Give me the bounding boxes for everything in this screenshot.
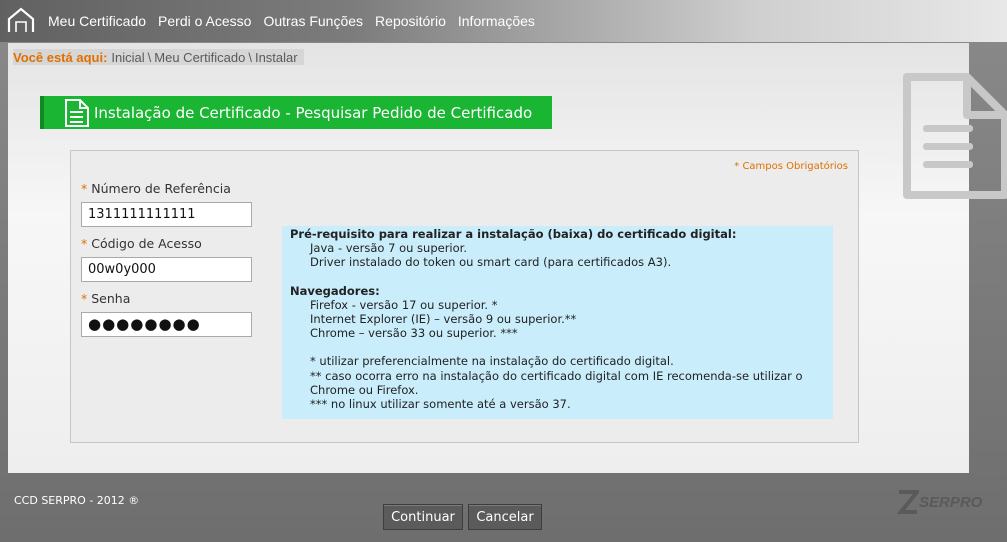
- prereq-title: Pré-requisito para realizar a instalação…: [290, 227, 737, 241]
- browser-line: Firefox - versão 17 ou superior. *: [310, 297, 498, 312]
- main-menu: Meu Certificado Perdi o Acesso Outras Fu…: [48, 13, 535, 29]
- menu-item-repositorio[interactable]: Repositório: [375, 13, 446, 29]
- home-icon[interactable]: [6, 6, 36, 34]
- menu-item-perdi-o-acesso[interactable]: Perdi o Acesso: [158, 13, 251, 29]
- prereq-line: Java - versão 7 ou superior.: [310, 241, 467, 256]
- footer-copyright: CCD SERPRO - 2012 ®: [14, 494, 140, 507]
- document-icon: [65, 98, 89, 127]
- reference-number-label: * Número de Referência: [81, 181, 231, 196]
- note-line: *** no linux utilizar somente até a vers…: [310, 397, 571, 412]
- breadcrumb-separator: \: [248, 49, 252, 65]
- note-line: * utilizar preferencialmente na instalaç…: [310, 354, 674, 369]
- prereq-line: Driver instalado do token ou smart card …: [310, 255, 672, 270]
- browsers-title: Navegadores:: [290, 283, 380, 298]
- required-star: *: [81, 291, 88, 306]
- note-line: ** caso ocorra erro na instalação do cer…: [310, 368, 803, 383]
- reference-number-label-text: Número de Referência: [91, 181, 231, 196]
- requirements-info-box: Pré-requisito para realizar a instalação…: [282, 226, 833, 419]
- breadcrumb-current: Instalar: [254, 49, 298, 65]
- reference-number-input[interactable]: 1311111111111: [81, 202, 252, 227]
- password-input[interactable]: ●●●●●●●●: [81, 312, 252, 337]
- serpro-logo-icon: [897, 490, 919, 514]
- menu-item-informacoes[interactable]: Informações: [458, 13, 535, 29]
- breadcrumb-item-meu-certificado[interactable]: Meu Certificado: [154, 50, 245, 65]
- browser-line: Chrome – versão 33 ou superior. ***: [310, 326, 518, 341]
- breadcrumb-label: Você está aqui:: [13, 49, 108, 65]
- password-label: * Senha: [81, 291, 130, 306]
- note-line: Chrome ou Firefox.: [310, 382, 419, 397]
- password-label-text: Senha: [91, 291, 131, 306]
- breadcrumb: Você está aqui: Inicial \ Meu Certificad…: [13, 49, 304, 65]
- cancel-button[interactable]: Cancelar: [468, 504, 542, 530]
- access-code-label: * Código de Acesso: [81, 236, 202, 251]
- continue-button[interactable]: Continuar: [383, 504, 463, 530]
- menu-item-meu-certificado[interactable]: Meu Certificado: [48, 13, 146, 29]
- breadcrumb-separator: \: [147, 49, 152, 65]
- serpro-logo-text: SERPRO: [919, 493, 983, 511]
- serpro-logo: SERPRO: [897, 488, 982, 516]
- browser-line: Internet Explorer (IE) – versão 9 ou sup…: [310, 312, 577, 327]
- document-watermark-icon: [903, 73, 1007, 199]
- search-form: * Campos Obrigatórios * Número de Referên…: [70, 150, 859, 530]
- access-code-label-text: Código de Acesso: [91, 236, 202, 251]
- required-fields-note: * Campos Obrigatórios: [734, 161, 848, 172]
- main-panel: Você está aqui: Inicial \ Meu Certificad…: [8, 43, 1007, 530]
- page-title-bar: Instalação de Certificado - Pesquisar Pe…: [40, 96, 552, 129]
- required-star: *: [81, 236, 88, 251]
- menu-item-outras-funcoes[interactable]: Outras Funções: [263, 13, 363, 29]
- breadcrumb-item-inicial[interactable]: Inicial: [111, 50, 144, 65]
- access-code-input[interactable]: 00w0y000: [81, 257, 252, 282]
- page-title: Instalação de Certificado - Pesquisar Pe…: [94, 103, 533, 122]
- required-star: *: [81, 181, 88, 196]
- top-navigation-bar: Meu Certificado Perdi o Acesso Outras Fu…: [0, 0, 1007, 42]
